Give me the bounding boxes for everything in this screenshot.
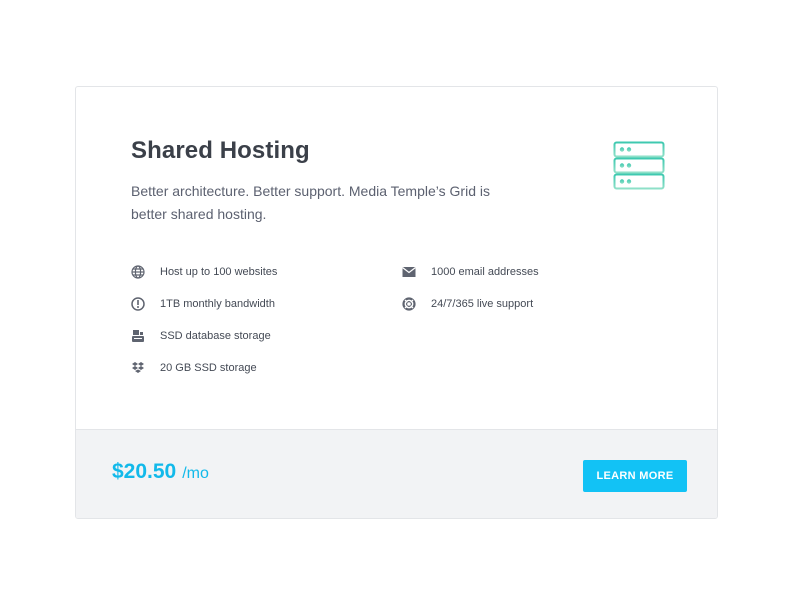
feature-item: 1TB monthly bandwidth <box>130 294 275 314</box>
price: $20.50 /mo <box>112 460 209 484</box>
feature-label: 1TB monthly bandwidth <box>160 298 275 310</box>
gauge-icon <box>130 296 146 312</box>
price-amount: $20.50 <box>112 460 177 483</box>
feature-label: 24/7/365 live support <box>431 298 534 310</box>
feature-item: Host up to 100 websites <box>130 262 277 282</box>
database-icon <box>130 328 146 344</box>
plan-description: Better architecture. Better support. Med… <box>131 183 490 222</box>
feature-label: 1000 email addresses <box>431 266 539 278</box>
globe-icon <box>130 264 146 280</box>
card-body: Shared Hosting Better architecture. Bett… <box>76 87 717 429</box>
feature-item: 1000 email addresses <box>401 262 539 282</box>
feature-item: 24/7/365 live support <box>401 294 533 314</box>
envelope-icon <box>401 264 417 280</box>
card-footer: $20.50 /mo LEARN MORE <box>76 429 717 518</box>
dropbox-icon <box>130 360 146 376</box>
feature-label: 20 GB SSD storage <box>160 362 257 374</box>
pricing-card: Shared Hosting Better architecture. Bett… <box>75 86 718 519</box>
feature-label: SSD database storage <box>160 330 271 342</box>
feature-label: Host up to 100 websites <box>160 266 278 278</box>
learn-more-button[interactable]: LEARN MORE <box>583 460 687 492</box>
plan-title: Shared Hosting <box>131 137 310 164</box>
feature-item: SSD database storage <box>130 326 271 346</box>
price-period: /mo <box>182 465 209 482</box>
server-rack-icon <box>613 141 665 190</box>
feature-item: 20 GB SSD storage <box>130 358 257 378</box>
lifebuoy-icon <box>401 296 417 312</box>
